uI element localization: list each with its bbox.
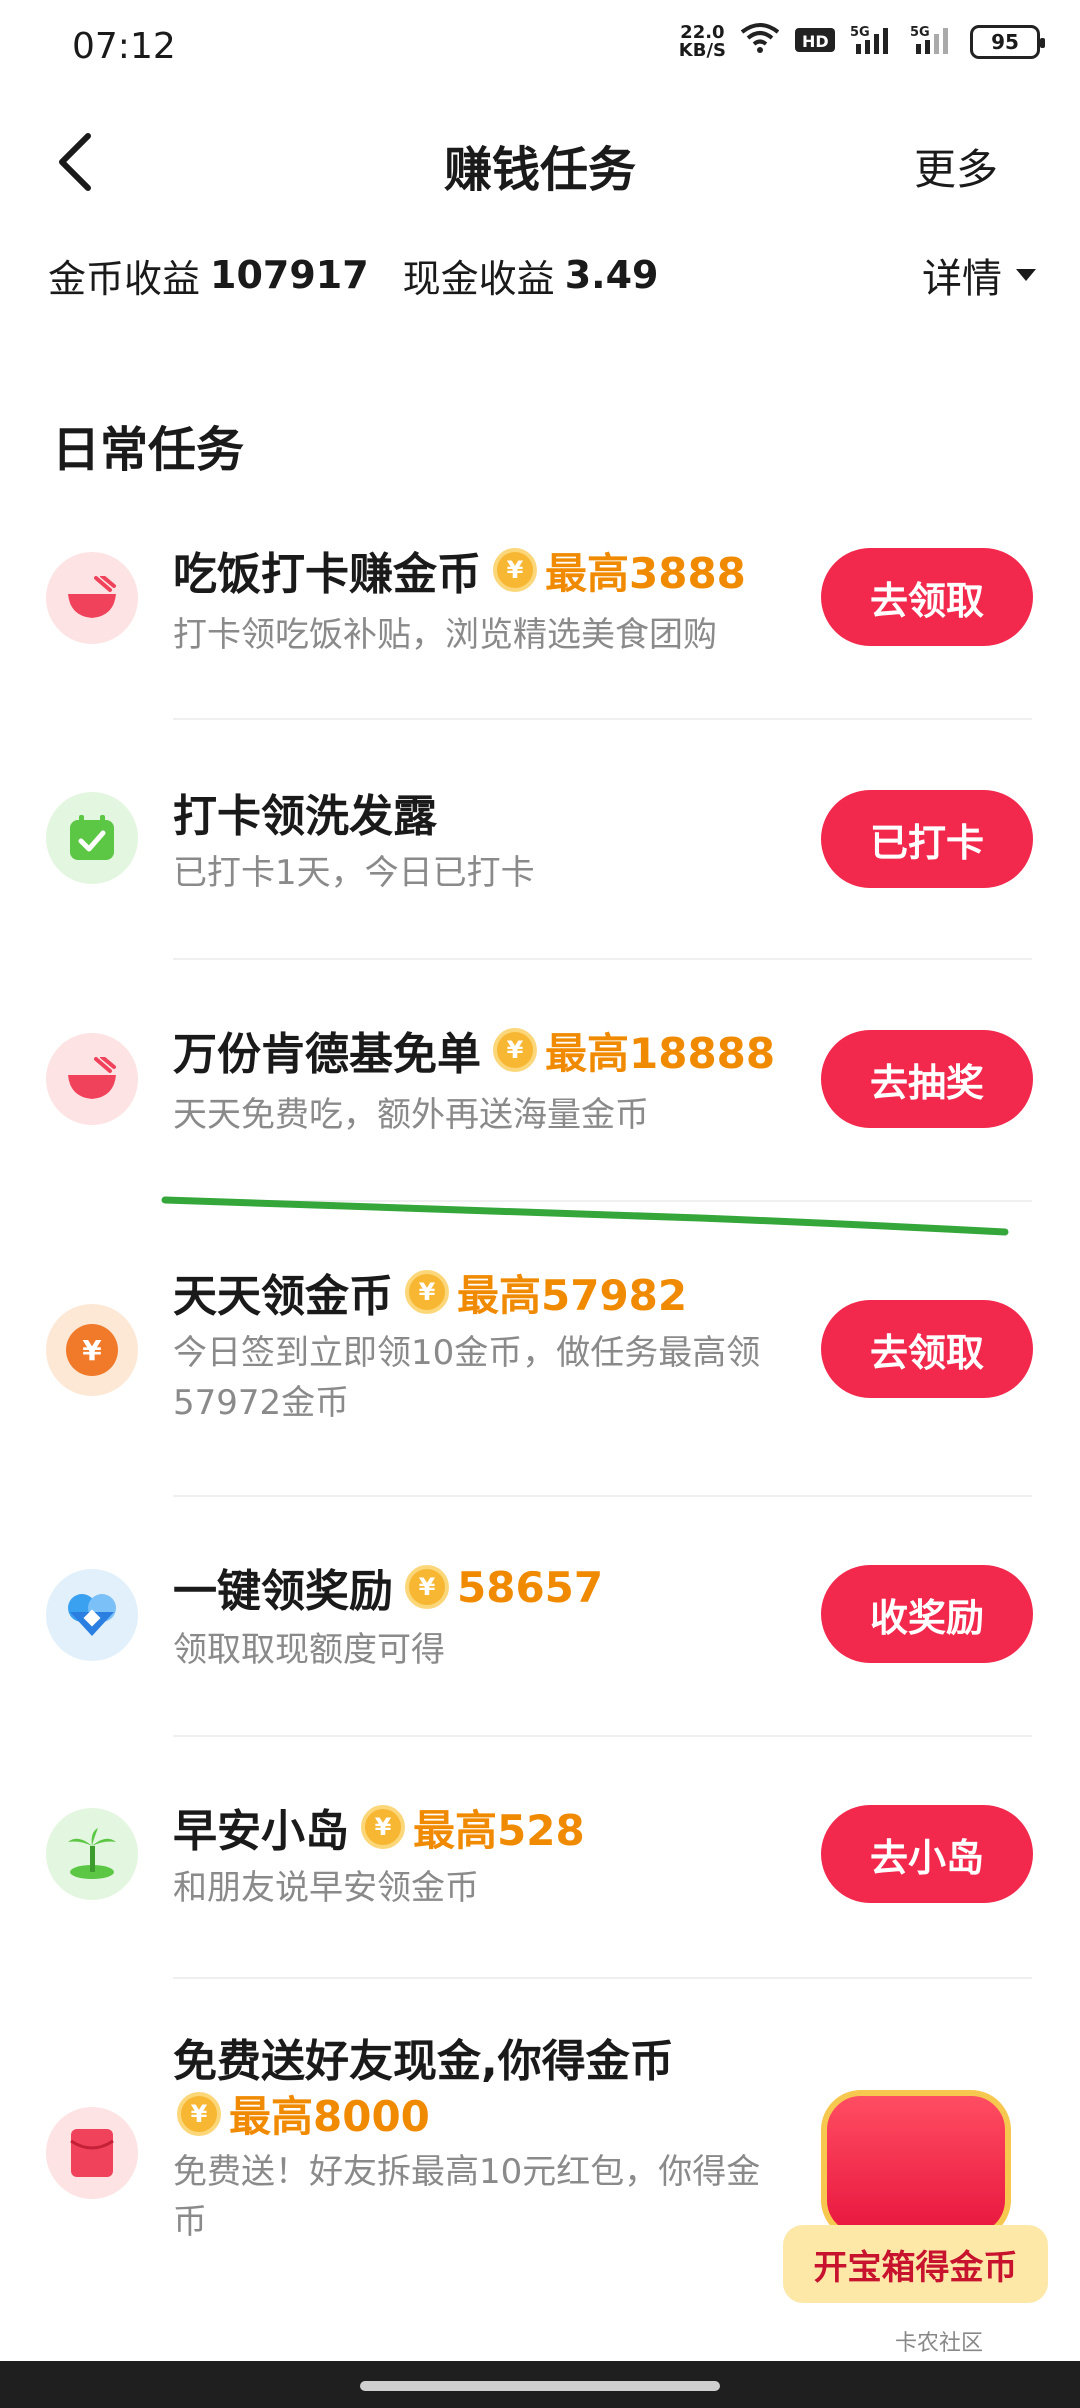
palm-island-icon: [68, 1828, 116, 1879]
hd-icon: HD: [794, 25, 836, 59]
task-icon: [46, 792, 138, 884]
coin-icon: ¥: [493, 548, 537, 592]
watermark: 卡农社区: [895, 2331, 984, 2356]
signal-5g-icon: 5G: [850, 24, 896, 60]
bowl-icon: [68, 576, 116, 618]
treasure-chest-icon: [821, 2090, 1011, 2240]
coin-icon: ¥: [405, 1565, 449, 1609]
task-icon: ¥: [46, 1304, 138, 1396]
earnings-bar: 金币收益 107917 现金收益 3.49 详情: [48, 245, 1036, 305]
task-desc: 免费送！好友拆最高10元红包，你得金币: [173, 2152, 761, 2242]
coin-earnings-label: 金币收益: [48, 256, 201, 301]
home-indicator[interactable]: [360, 2381, 720, 2391]
treasure-chest-label: 开宝箱得金币: [783, 2225, 1048, 2303]
task-reward: 58657: [457, 1562, 604, 1612]
diamond-icon: [68, 1594, 116, 1636]
net-speed: 22.0 KB/S: [678, 22, 726, 61]
task-icon: [46, 1033, 138, 1125]
task-icon: [46, 1808, 138, 1900]
task-item: 吃饭打卡赚金币 ¥ 最高3888 打卡领吃饭补贴，浏览精选美食团购 去领取: [0, 500, 1080, 720]
svg-text:HD: HD: [802, 32, 829, 51]
svg-text:5G: 5G: [850, 25, 870, 40]
coin-icon: ¥: [177, 2091, 221, 2136]
task-reward: 最高57982: [457, 1270, 688, 1320]
task-desc: 已打卡1天，今日已打卡: [173, 853, 535, 893]
task-reward: 最高18888: [545, 1028, 776, 1078]
green-annotation-line: [161, 1196, 1009, 1236]
task-desc: 领取取现额度可得: [173, 1630, 445, 1670]
task-action-button[interactable]: 已打卡: [821, 790, 1033, 888]
more-button[interactable]: 更多: [914, 136, 998, 197]
task-desc: 今日签到立即领10金币，做任务最高领57972金币: [173, 1333, 761, 1423]
cash-earnings-value: 3.49: [564, 253, 659, 297]
svg-text:5G: 5G: [910, 25, 930, 40]
task-item: 打卡领洗发露 已打卡1天，今日已打卡 已打卡: [0, 720, 1080, 960]
svg-text:¥: ¥: [82, 1334, 102, 1367]
wifi-icon: [740, 22, 780, 62]
task-item: ¥ 天天领金币 ¥ 最高57982 今日签到立即领10金币，做任务最高领5797…: [0, 1200, 1080, 1497]
task-title: 早安小岛: [173, 1806, 349, 1857]
top-nav: 赚钱任务 更多: [0, 110, 1080, 210]
task-title: 打卡领洗发露: [173, 791, 437, 842]
coin-icon: ¥: [361, 1805, 405, 1849]
battery-icon: 95: [970, 25, 1045, 59]
task-reward: 最高8000: [229, 2092, 430, 2141]
task-title: 万份肯德基免单: [173, 1029, 481, 1080]
task-item: 一键领奖励 ¥ 58657 领取取现额度可得 收奖励: [0, 1495, 1080, 1737]
task-reward: 最高3888: [545, 548, 746, 598]
task-item: 万份肯德基免单 ¥ 最高18888 天天免费吃，额外再送海量金币 去抽奖: [0, 960, 1080, 1202]
task-title: 一键领奖励: [173, 1566, 393, 1617]
red-envelope-icon: [70, 2129, 114, 2177]
task-action-button[interactable]: 去抽奖: [821, 1030, 1033, 1128]
task-desc: 和朋友说早安领金币: [173, 1868, 479, 1908]
task-title: 免费送好友现金,你得金币: [173, 2036, 674, 2087]
signal-5g-icon: 5G: [910, 24, 956, 60]
calendar-check-icon: [70, 815, 114, 860]
task-title: 天天领金币: [173, 1271, 393, 1322]
task-desc: 打卡领吃饭补贴，浏览精选美食团购: [173, 615, 717, 655]
status-bar: 07:12 22.0 KB/S HD 5G 5G 95: [0, 0, 1080, 100]
treasure-chest-button[interactable]: 开宝箱得金币: [783, 2090, 1048, 2303]
task-action-button[interactable]: 去领取: [821, 548, 1033, 646]
status-icons: 22.0 KB/S HD 5G 5G 95: [678, 22, 1045, 62]
task-action-button[interactable]: 去领取: [821, 1300, 1033, 1398]
task-icon: [46, 1569, 138, 1661]
bowl-icon: [68, 1057, 116, 1099]
task-icon: [46, 2107, 138, 2199]
section-title: 日常任务: [52, 422, 245, 478]
task-icon: [46, 552, 138, 644]
task-item: 早安小岛 ¥ 最高528 和朋友说早安领金币 去小岛: [0, 1735, 1080, 1979]
caret-down-icon: [1016, 269, 1036, 281]
task-action-button[interactable]: 收奖励: [821, 1565, 1033, 1663]
task-action-button[interactable]: 去小岛: [821, 1805, 1033, 1903]
task-title: 吃饭打卡赚金币: [173, 549, 481, 600]
coin-earnings-value: 107917: [210, 253, 369, 297]
detail-dropdown[interactable]: 详情: [922, 246, 1036, 304]
coin-icon: ¥: [493, 1028, 537, 1072]
task-desc: 天天免费吃，额外再送海量金币: [173, 1095, 649, 1135]
cash-earnings-label: 现金收益: [402, 256, 555, 301]
coin-icon: ¥: [405, 1270, 449, 1314]
status-time: 07:12: [72, 26, 176, 67]
yen-coin-icon: ¥: [66, 1324, 118, 1376]
system-nav-bar: [0, 2361, 1080, 2408]
task-reward: 最高528: [413, 1805, 585, 1855]
